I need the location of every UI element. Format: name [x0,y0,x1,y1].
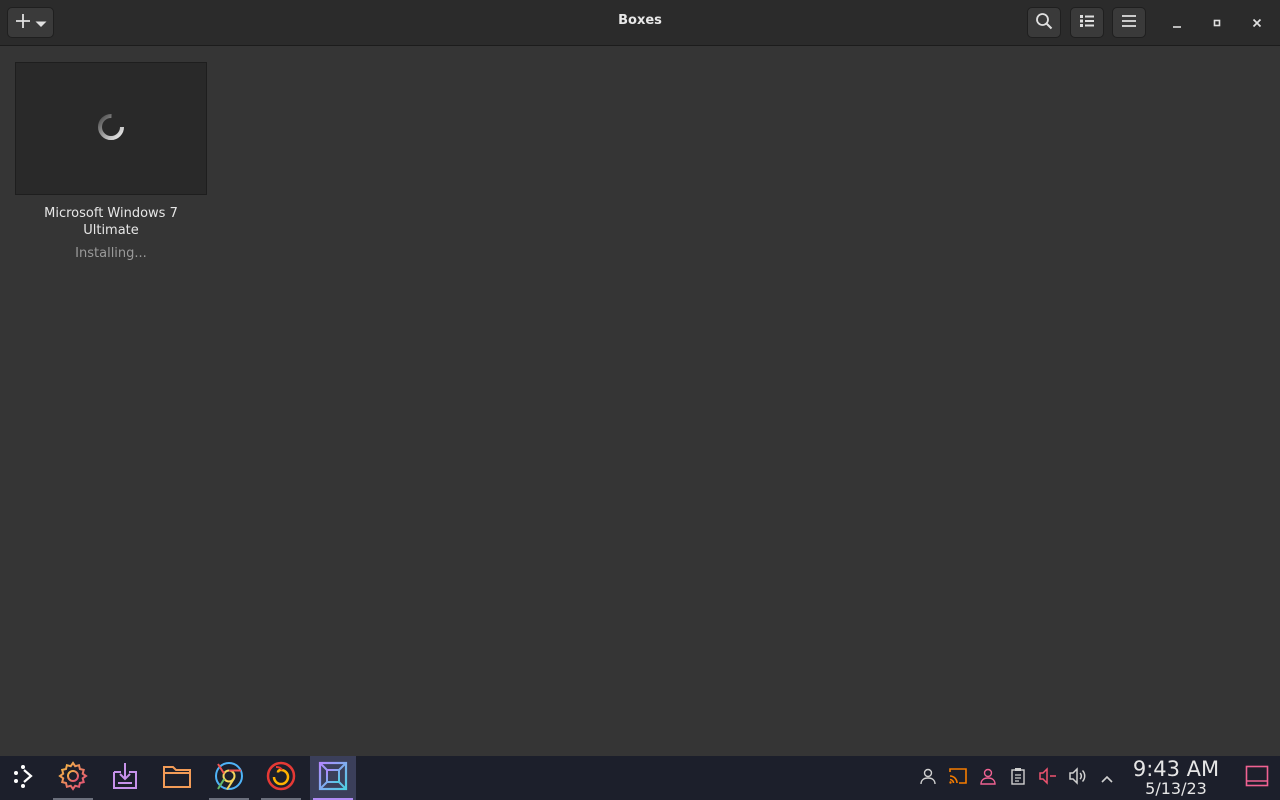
maximize-button[interactable] [1205,11,1229,35]
account-icon [979,767,997,789]
tray-microphone[interactable] [1034,756,1062,800]
box-status: Installing... [75,246,147,261]
chevron-up-icon [1100,769,1114,788]
taskbar-browser[interactable] [206,756,252,800]
list-view-icon [1079,13,1095,32]
folder-icon [161,760,193,796]
loading-spinner-icon [96,112,126,146]
tray-clipboard[interactable] [1004,756,1032,800]
tray-expand[interactable] [1093,756,1121,800]
tray-cast[interactable] [944,756,972,800]
tray-account[interactable] [974,756,1002,800]
tray-user[interactable] [914,756,942,800]
taskbar-files[interactable] [154,756,200,800]
close-icon [1251,14,1263,33]
box-name[interactable]: Microsoft Windows 7 Ultimate [15,205,207,239]
settings-gear-icon [57,760,89,796]
taskbar: 9:43 AM 5/13/23 [0,756,1280,800]
maximize-icon [1211,14,1223,33]
taskbar-app-launcher[interactable] [0,756,46,800]
firefox-icon [265,760,297,796]
search-button[interactable] [1027,7,1061,38]
clock-time: 9:43 AM [1132,757,1220,781]
box-thumbnail[interactable] [15,62,207,195]
taskbar-settings[interactable] [50,756,96,800]
close-button[interactable] [1245,11,1269,35]
taskbar-boxes[interactable] [310,756,356,800]
tray-volume[interactable] [1064,756,1092,800]
software-center-icon [109,760,141,796]
volume-icon [1068,767,1088,789]
show-desktop-button[interactable] [1243,756,1271,800]
chrome-browser-icon [213,760,245,796]
show-desktop-icon [1245,765,1269,791]
taskbar-firefox[interactable] [258,756,304,800]
minimize-button[interactable] [1165,11,1189,35]
main-menu-button[interactable] [1112,7,1146,38]
view-toggle-button[interactable] [1070,7,1104,38]
clipboard-icon [1010,767,1026,789]
clock-date: 5/13/23 [1145,779,1207,798]
microphone-muted-icon [1038,767,1058,789]
user-icon [919,767,937,789]
app-launcher-icon [10,763,36,793]
boxes-icon [316,759,350,797]
header-bar: Boxes [0,0,1280,46]
search-icon [1035,12,1053,34]
taskbar-software-center[interactable] [102,756,148,800]
minimize-icon [1171,14,1183,33]
hamburger-menu-icon [1121,13,1137,32]
cast-icon [948,767,968,789]
taskbar-clock[interactable]: 9:43 AM 5/13/23 [1124,758,1228,798]
